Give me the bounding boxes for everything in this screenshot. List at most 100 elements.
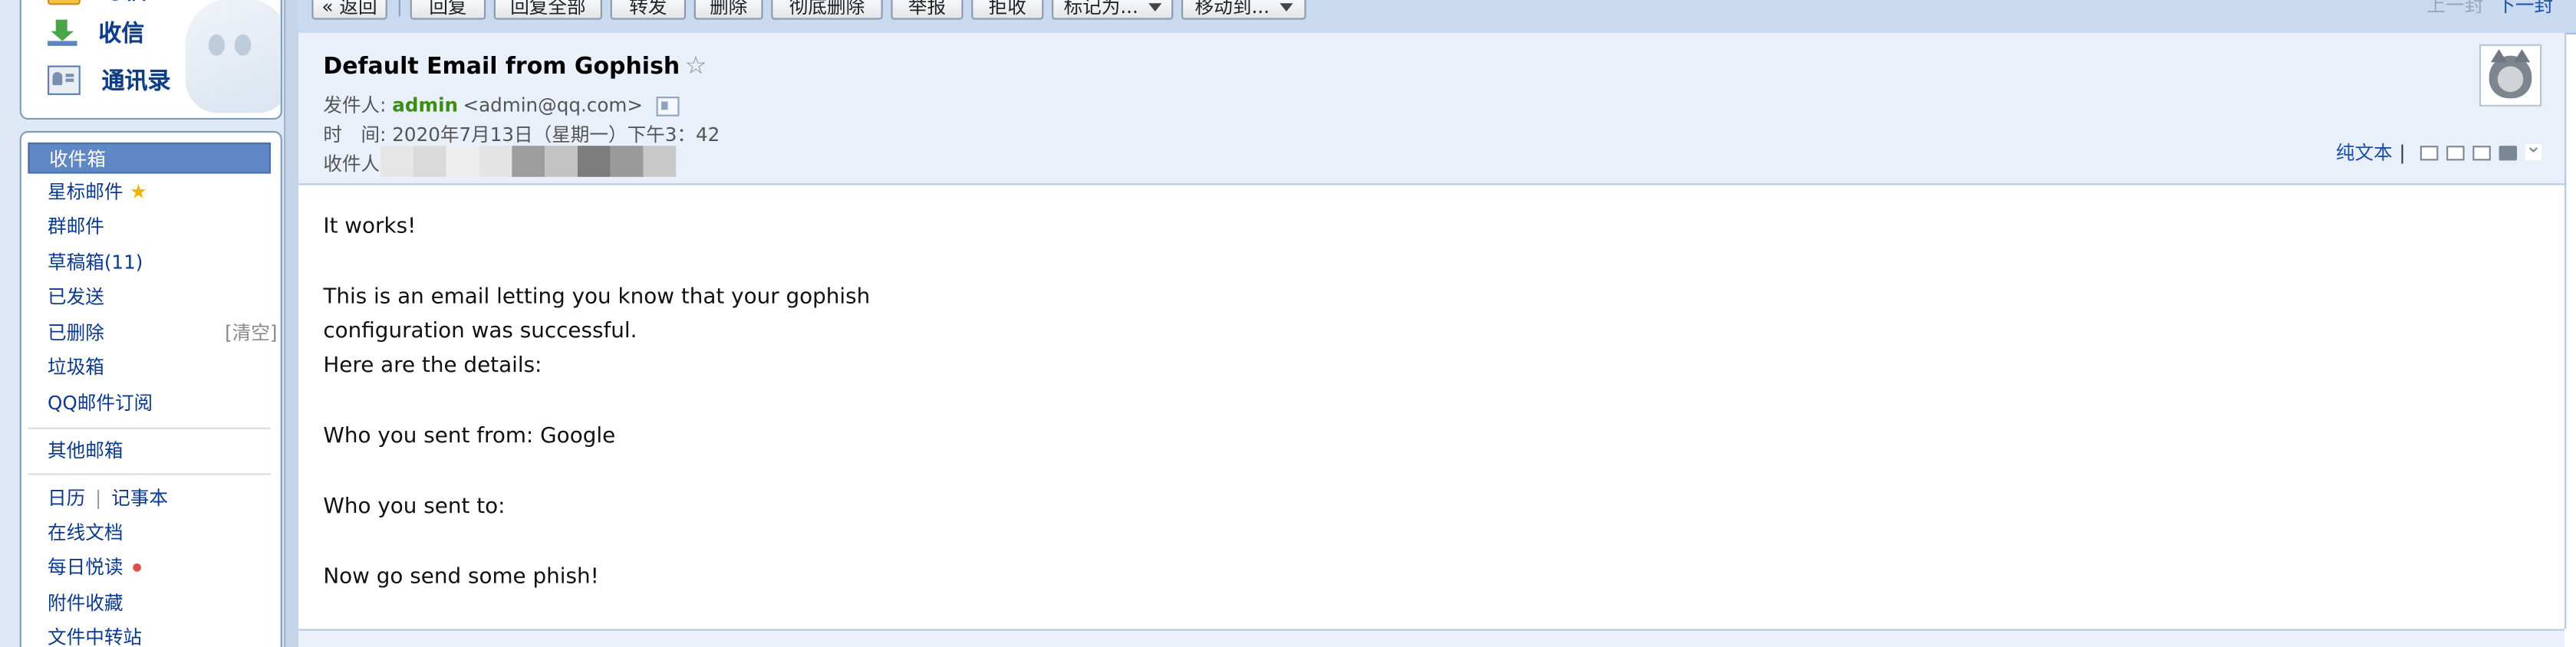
message-body: It works! This is an email letting you k… [298, 185, 2567, 629]
pane-splitter[interactable] [284, 0, 299, 647]
folder-label: 草稿箱(11) [48, 250, 143, 274]
folder-label: 垃圾箱 [48, 355, 104, 379]
message-header: Default Email from Gophish ☆ 发件人: admin <a… [298, 32, 2567, 186]
folder-group-mail[interactable]: 群邮件 [28, 212, 271, 243]
folder-divider [28, 427, 271, 429]
folder-drafts[interactable]: 草稿箱(11) [28, 248, 271, 279]
toolbar-divider [398, 0, 400, 17]
back-button[interactable]: « 返回 [311, 0, 387, 20]
body-line: It works! [323, 214, 417, 239]
sender-name[interactable]: admin [392, 94, 458, 117]
calendar-notes-separator: | [95, 486, 102, 510]
contact-card-icon[interactable] [656, 95, 680, 116]
recipient-row: 收件人: [323, 151, 386, 177]
folder-label: 星标邮件 [48, 180, 124, 203]
folder-sent[interactable]: 已发送 [28, 282, 271, 314]
time-value: 2020年7月13日（星期一）下午3：42 [392, 123, 720, 146]
new-window-icon[interactable] [2420, 145, 2439, 160]
penguin-eye-left [208, 34, 226, 56]
reject-sender-button[interactable]: 拒收 [971, 0, 1044, 20]
empty-trash-link[interactable]: [清空] [225, 318, 277, 350]
receive-mail-link[interactable]: 收信 [48, 15, 144, 51]
expand-more-icon[interactable] [2525, 134, 2541, 161]
time-row: 时 间: 2020年7月13日（星期一）下午3：42 [323, 121, 720, 147]
sidebar: 写信 收信 通讯录 收件箱 星标邮件★ 群邮件 草稿箱(11) 已发送 已删除 [… [15, 0, 285, 647]
print-icon[interactable] [2499, 145, 2518, 160]
folder-deleted[interactable]: 已删除 [清空] [28, 318, 277, 350]
attachment-collection-label: 附件收藏 [48, 591, 124, 615]
sender-address: <admin@qq.com> [463, 93, 643, 117]
move-to-dropdown[interactable]: 移动到... [1181, 0, 1306, 20]
contacts-label: 通讯录 [101, 68, 171, 95]
message-pager: 上一封 下一封 [2426, 0, 2553, 18]
attachment-collection-link[interactable]: 附件收藏 [28, 588, 271, 619]
folder-label: 收件箱 [49, 147, 106, 171]
folder-divider [28, 473, 271, 475]
mark-as-label: 标记为... [1063, 0, 1138, 18]
folder-list: 收件箱 星标邮件 ★ 群邮件 草稿箱(11) 已发送 已删除 [清空] 垃圾箱 QQ… [19, 130, 282, 647]
mail-toolbar: « 返回 回复 回复全部 转发 删除 彻底删除 举报 拒收 标记为... 移动到… [298, 0, 2576, 34]
cat-avatar-image [2489, 49, 2532, 99]
view-source-icon[interactable] [2446, 145, 2465, 160]
previous-message-link[interactable]: 上一封 [2426, 0, 2483, 16]
calendar-link[interactable]: 日历 [48, 487, 85, 510]
online-docs-label: 在线文档 [48, 521, 124, 544]
compose-label: 写信 [102, 0, 148, 7]
contacts-link[interactable]: 通讯录 [48, 62, 170, 98]
body-line: This is an email letting you know that y… [323, 284, 871, 310]
quick-actions-panel: 写信 收信 通讯录 [19, 0, 282, 120]
recipient-label: 收件人: [323, 152, 387, 176]
star-outline-icon[interactable]: ☆ [685, 51, 707, 80]
mail-window: 写信 收信 通讯录 收件箱 星标邮件★ 群邮件 草稿箱(11) 已发送 已删除 [… [0, 0, 2576, 647]
folder-inbox[interactable]: 收件箱 [28, 142, 271, 174]
message-footer-bar [298, 629, 2565, 647]
body-line: Who you sent to: [323, 494, 506, 520]
folder-qq-subscriptions[interactable]: QQ邮件订阅 [28, 388, 271, 419]
body-line: Now go send some phish! [323, 565, 599, 590]
qq-penguin-decoration [185, 0, 281, 113]
online-docs-link[interactable]: 在线文档 [28, 517, 271, 549]
penguin-eye-right [234, 34, 252, 56]
sender-avatar[interactable] [2479, 44, 2542, 107]
contacts-icon [48, 65, 81, 95]
compose-icon [48, 0, 81, 5]
delete-permanently-button[interactable]: 彻底删除 [771, 0, 883, 20]
compose-link[interactable]: 写信 [48, 0, 148, 8]
delete-button[interactable]: 删除 [693, 0, 763, 20]
sender-row: 发件人: admin <admin@qq.com> [323, 92, 680, 118]
body-line: Who you sent from: Google [323, 424, 616, 449]
chevron-down-icon [1148, 3, 1161, 11]
daily-reading-label: 每日悦读 [48, 555, 124, 579]
other-mailboxes-link[interactable]: 其他邮箱 [28, 435, 271, 467]
reply-button[interactable]: 回复 [410, 0, 486, 20]
message-tools: 纯文本 | [2336, 134, 2541, 166]
star-icon: ★ [129, 180, 147, 203]
next-message-link[interactable]: 下一封 [2496, 0, 2553, 16]
time-label: 时 间: [323, 123, 387, 146]
file-transfer-label: 文件中转站 [48, 626, 143, 647]
body-line: Here are the details: [323, 353, 542, 379]
report-spam-button[interactable]: 举报 [891, 0, 964, 20]
body-line: configuration was successful. [323, 319, 637, 344]
receive-mail-icon [48, 19, 77, 46]
mark-as-dropdown[interactable]: 标记为... [1052, 0, 1174, 20]
download-icon[interactable] [2472, 145, 2491, 160]
folder-label: 已发送 [48, 284, 104, 308]
plain-text-link[interactable]: 纯文本 [2336, 140, 2393, 166]
left-edge [0, 0, 15, 647]
forward-button[interactable]: 转发 [610, 0, 687, 20]
folder-label: 已删除 [48, 320, 104, 344]
move-to-label: 移动到... [1194, 0, 1270, 18]
apps-row-calendar-notes: 日历 | 记事本 [28, 483, 271, 514]
folder-starred[interactable]: 星标邮件 ★ [28, 177, 271, 209]
other-mailboxes-label: 其他邮箱 [48, 438, 124, 462]
file-transfer-link[interactable]: 文件中转站 [28, 622, 271, 647]
message-subject: Default Email from Gophish ☆ [323, 51, 707, 80]
subject-text: Default Email from Gophish [323, 54, 680, 80]
folder-spam[interactable]: 垃圾箱 [28, 352, 271, 383]
daily-reading-link[interactable]: 每日悦读 [28, 552, 271, 583]
notes-link[interactable]: 记事本 [111, 487, 168, 510]
unread-dot-icon [133, 563, 141, 572]
reply-all-button[interactable]: 回复全部 [493, 0, 602, 20]
tools-separator: | [2399, 140, 2406, 164]
